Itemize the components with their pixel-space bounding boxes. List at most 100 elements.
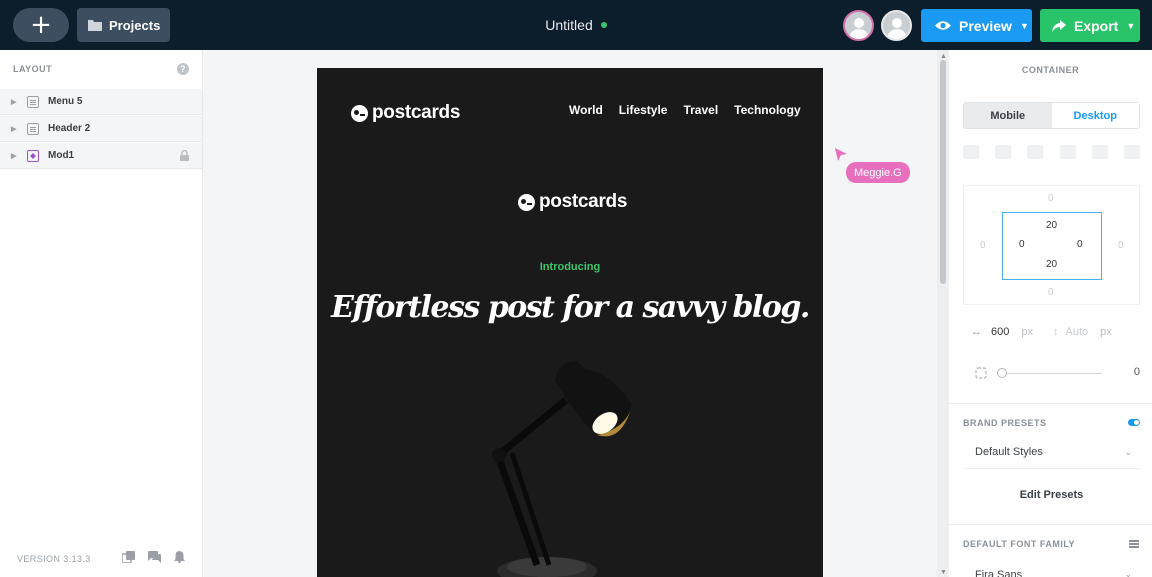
margin-top-value[interactable]: 0 — [1048, 193, 1054, 204]
desk-lamp-image[interactable] — [477, 343, 677, 577]
logo-text: postcards — [372, 102, 461, 123]
brand-presets-toggle[interactable] — [1128, 419, 1140, 426]
nav-menu: World Lifestyle Travel Technology — [569, 103, 801, 117]
email-preview[interactable]: postcards World Lifestyle Travel Technol… — [317, 68, 823, 577]
chevron-down-icon: ⌄ — [1124, 569, 1132, 577]
expand-arrow-icon[interactable]: ▶ — [11, 152, 27, 160]
corner-radius-icon — [975, 367, 987, 379]
avatar[interactable] — [843, 10, 874, 41]
layer-label: Menu 5 — [48, 96, 83, 107]
layer-item[interactable]: ▶ Header 2 — [0, 115, 202, 142]
layout-panel: LAYOUT ? ▶ Menu 5 ▶ Header 2 ▶ Mod1 VERS… — [0, 50, 203, 577]
header-logo[interactable]: postcards — [351, 102, 460, 124]
padding-left-value[interactable]: 0 — [1019, 239, 1025, 250]
hero-headline[interactable]: Effortless post for a savvy blog. — [317, 290, 823, 325]
layout-panel-header: LAYOUT ? — [0, 50, 202, 88]
logo-text: postcards — [539, 191, 628, 212]
avatar[interactable] — [881, 10, 912, 41]
document-title[interactable]: Untitled — [545, 17, 592, 33]
tab-mobile[interactable]: Mobile — [964, 103, 1052, 128]
saved-status-dot — [600, 22, 607, 28]
container-panel: CONTAINER Mobile Desktop 0 0 0 0 20 0 20… — [949, 50, 1152, 577]
export-button[interactable]: Export ▼ — [1040, 9, 1140, 42]
add-button[interactable]: + — [13, 8, 69, 42]
height-input[interactable]: Auto — [1065, 326, 1088, 338]
nav-item-travel[interactable]: Travel — [683, 103, 718, 117]
align-left-icon[interactable] — [963, 145, 979, 159]
nav-item-world[interactable]: World — [569, 103, 603, 117]
height-unit: px — [1100, 326, 1112, 338]
folder-icon — [88, 20, 102, 31]
font-family-select[interactable]: Fira Sans ⌄ — [963, 558, 1140, 577]
share-arrow-icon — [1052, 19, 1066, 32]
section-icon — [27, 122, 39, 135]
editor-canvas[interactable]: postcards World Lifestyle Travel Technol… — [203, 50, 937, 577]
radius-value[interactable]: 0 — [1134, 366, 1140, 378]
section-icon — [27, 95, 39, 108]
width-arrows-icon: ↔ — [971, 326, 982, 338]
layer-label: Mod1 — [48, 150, 75, 161]
layer-label: Header 2 — [48, 123, 91, 134]
help-icon[interactable]: ? — [177, 63, 189, 75]
align-bottom-icon[interactable] — [1123, 145, 1140, 159]
layer-item[interactable]: ▶ Mod1 — [0, 142, 202, 169]
expand-arrow-icon[interactable]: ▶ — [11, 125, 27, 133]
projects-label: Projects — [109, 17, 161, 33]
align-right-icon[interactable] — [1027, 145, 1044, 159]
padding-bottom-value[interactable]: 20 — [1046, 259, 1057, 270]
edit-presets-button[interactable]: Edit Presets — [963, 480, 1140, 510]
size-controls: ↔ 600 px ↕ Auto px — [971, 326, 1141, 338]
scroll-down-icon[interactable]: ▼ — [940, 569, 947, 576]
projects-button[interactable]: Projects — [77, 8, 170, 42]
layer-item[interactable]: ▶ Menu 5 — [0, 88, 202, 115]
slider-handle[interactable] — [997, 368, 1007, 378]
padding-top-value[interactable]: 20 — [1046, 220, 1057, 231]
hero-logo[interactable]: postcards — [518, 191, 627, 213]
align-top-icon[interactable] — [1059, 145, 1076, 159]
expand-arrow-icon[interactable]: ▶ — [11, 98, 27, 106]
nav-item-lifestyle[interactable]: Lifestyle — [619, 103, 668, 117]
plus-icon: + — [30, 10, 52, 40]
height-arrows-icon: ↕ — [1052, 326, 1059, 338]
nav-item-technology[interactable]: Technology — [734, 103, 800, 117]
font-family-label: DEFAULT FONT FAMILY — [963, 539, 1075, 549]
font-family-value: Fira Sans — [975, 568, 1023, 577]
padding-box: 20 0 20 0 — [1002, 212, 1102, 280]
eye-icon — [935, 21, 951, 30]
version-label: VERSION 3.13.3 — [17, 554, 91, 564]
radius-slider[interactable]: 0 — [975, 366, 1140, 380]
chat-icon[interactable] — [148, 551, 161, 563]
margin-bottom-value[interactable]: 0 — [1048, 287, 1054, 298]
module-icon — [27, 149, 39, 162]
align-center-icon[interactable] — [995, 145, 1012, 159]
alignment-toolbar — [963, 145, 1140, 159]
copy-icon[interactable] — [122, 551, 135, 563]
device-toggle: Mobile Desktop — [963, 102, 1140, 129]
menu-icon[interactable] — [1129, 540, 1139, 542]
margin-right-value[interactable]: 0 — [1118, 240, 1124, 251]
intro-text[interactable]: Introducing — [317, 261, 823, 273]
canvas-scrollbar[interactable]: ▲ ▼ — [937, 50, 949, 577]
lock-icon[interactable] — [180, 150, 189, 161]
layout-title: LAYOUT — [13, 64, 53, 74]
scrollbar-thumb[interactable] — [940, 60, 946, 284]
preview-label: Preview — [959, 17, 1012, 34]
chevron-down-icon: ▼ — [1019, 20, 1029, 31]
logo-mark-icon — [351, 104, 368, 122]
padding-right-value[interactable]: 0 — [1077, 239, 1083, 250]
spacing-editor: 0 0 0 0 20 0 20 0 — [963, 185, 1140, 305]
align-middle-icon[interactable] — [1091, 145, 1108, 159]
width-unit: px — [1021, 326, 1033, 338]
panel-footer: VERSION 3.13.3 — [0, 541, 202, 577]
preset-select[interactable]: Default Styles ⌄ — [963, 436, 1140, 469]
bell-icon[interactable] — [174, 551, 185, 563]
chevron-down-icon: ⌄ — [1124, 446, 1132, 457]
scroll-up-icon[interactable]: ▲ — [940, 53, 947, 60]
width-input[interactable]: 600 — [991, 326, 1009, 338]
tab-desktop[interactable]: Desktop — [1051, 103, 1139, 128]
slider-track[interactable] — [997, 373, 1102, 374]
preview-button[interactable]: Preview ▼ — [921, 9, 1032, 42]
top-bar: + Projects Untitled Preview ▼ Export ▼ — [0, 0, 1152, 50]
divider — [949, 403, 1152, 404]
margin-left-value[interactable]: 0 — [980, 240, 986, 251]
